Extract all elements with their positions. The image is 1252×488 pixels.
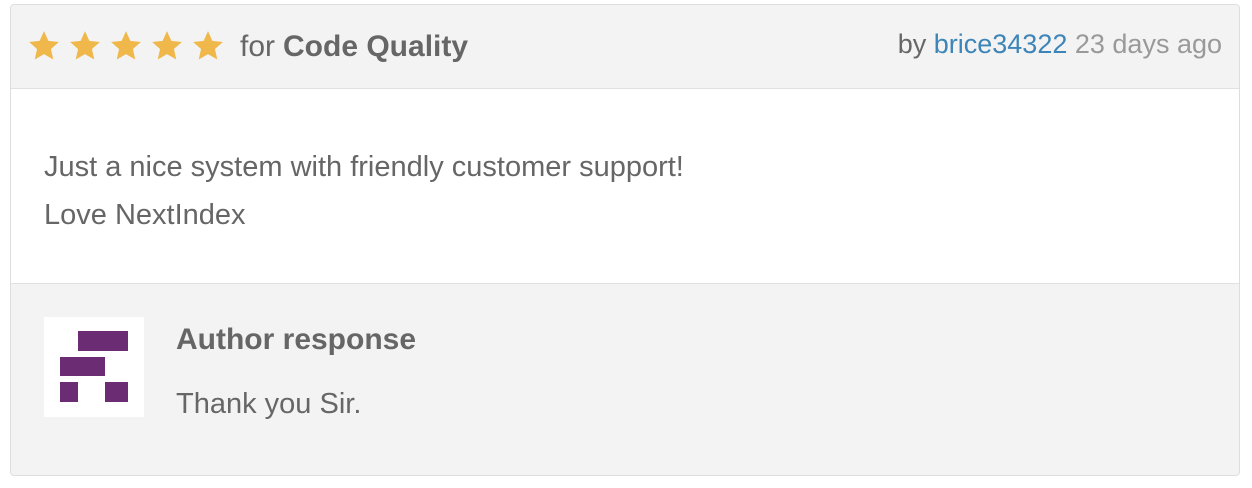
response-text: Thank you Sir. — [176, 388, 362, 420]
star-icon — [152, 31, 182, 60]
logo-block — [60, 357, 105, 376]
byline-prefix: by — [897, 29, 927, 59]
review-byline: by brice34322 23 days ago — [898, 27, 1222, 61]
rating-for-prefix: for — [240, 30, 276, 63]
logo-block — [60, 382, 78, 402]
star-icon — [111, 31, 141, 60]
star-icon — [193, 31, 223, 60]
review-timestamp: 23 days ago — [1074, 29, 1222, 59]
logo-block — [78, 331, 128, 351]
review-author-link[interactable]: brice34322 — [934, 29, 1068, 59]
review-text: Just a nice system with friendly custome… — [44, 143, 684, 239]
author-logo-icon — [44, 317, 144, 417]
review-card: for Code Quality by brice34322 23 days ag… — [10, 4, 1240, 476]
response-title: Author response — [176, 323, 417, 356]
rating-category: for Code Quality — [240, 29, 468, 65]
star-rating — [27, 29, 225, 65]
review-text-line: Love NextIndex — [44, 199, 246, 231]
review-header: for Code Quality by brice34322 23 days ag… — [11, 5, 1239, 89]
rating-category-name: Code Quality — [283, 30, 469, 63]
logo-block — [105, 382, 128, 402]
review-text-line: Just a nice system with friendly custome… — [44, 151, 684, 183]
star-icon — [70, 31, 100, 60]
review-body: Just a nice system with friendly custome… — [11, 89, 1239, 283]
author-response: Author response Thank you Sir. — [11, 283, 1239, 475]
star-icon — [29, 31, 59, 60]
